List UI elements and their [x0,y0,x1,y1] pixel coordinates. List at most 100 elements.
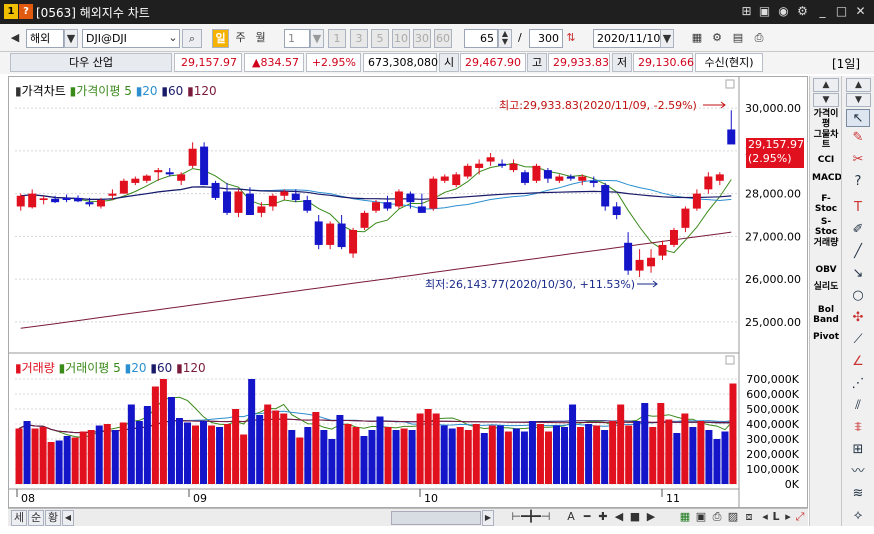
zoom-out-icon[interactable]: ━ [580,510,594,526]
date-input[interactable]: 2020/11/10 [593,29,663,48]
volume-bar [175,418,183,484]
chart-type-icon[interactable]: ▦ [688,29,706,48]
print-chart-icon[interactable]: ⎙ [710,510,724,526]
bottom-btn-hwang[interactable]: 황 [45,510,61,526]
panel-scroll-down-icon[interactable]: ▼ [813,93,839,107]
chart-settings-icon[interactable]: ⚙ [708,29,726,48]
tools-scroll-down-icon[interactable]: ▼ [846,93,871,107]
arrow-line-icon[interactable]: ↘ [846,265,870,283]
help-tool-icon[interactable]: ? [846,173,870,191]
interval-1-button[interactable]: 1 [328,29,346,48]
close-icon[interactable]: ✕ [853,3,868,19]
cross-icon[interactable]: ✣ [846,309,870,327]
gann-icon[interactable]: ∠ [846,353,870,371]
refresh-icon[interactable]: ⇅ [564,29,578,48]
indicator-volume[interactable]: 거래량 [812,238,840,248]
help-icon[interactable]: ? [19,4,33,19]
search-icon[interactable]: ⌕ [182,29,202,48]
measure-icon[interactable]: ⟡ [846,507,870,525]
indicator-macd[interactable]: MACD [812,173,842,183]
stop-icon[interactable]: ■ [628,510,642,526]
settings-icon[interactable]: ⚙ [795,3,810,19]
maximize-icon[interactable]: □ [834,3,849,19]
minimize-icon[interactable]: _ [815,3,830,19]
candle-type-icon[interactable]: ⧈ [742,510,756,526]
save-chart-icon[interactable]: ▣ [694,510,708,526]
fit-icon[interactable]: ⤢ [793,510,807,526]
image-icon[interactable]: ▨ [726,510,740,526]
tools-scroll-up-icon[interactable]: ▲ [846,78,871,92]
indicator-f-stoc[interactable]: F-Stoc [812,194,840,214]
volume-bar [689,427,697,484]
indicator-price-ma[interactable]: 가격이평 [812,109,840,129]
interval-dropdown-icon[interactable]: ▼ [310,29,324,48]
total-input[interactable]: 300 [529,29,563,48]
interval-60-button[interactable]: 60 [434,29,452,48]
fan-icon[interactable]: ⋰ [846,375,870,393]
excel-icon[interactable]: ▦ [678,510,692,526]
volume-pane-maximize-icon[interactable] [725,355,735,365]
window-number-icon[interactable]: 1 [4,4,18,19]
prev-icon[interactable]: ◀ [612,510,626,526]
circle-icon[interactable]: ○ [846,287,870,305]
grid-tool-icon[interactable]: ⊞ [846,441,870,459]
chart-frame[interactable]: 25,000.0026,000.0027,000.0028,000.0029,0… [8,76,809,509]
indicator-bollinger[interactable]: Bol Band [812,305,840,325]
indicator-s-stoc[interactable]: S-Stoc [812,217,840,237]
pen-icon[interactable]: ✐ [846,221,870,239]
font-size-icon[interactable]: A [564,510,578,526]
camera-icon[interactable]: ◉ [776,3,791,19]
zoom-in-icon[interactable]: ✚ [596,510,610,526]
symbol-dropdown-icon[interactable]: ⌄ [166,29,180,48]
bottom-btn-sun[interactable]: 순 [28,510,44,526]
next-icon[interactable]: ▶ [644,510,658,526]
zoom-slider[interactable]: ⊢━╋━⊣ [500,510,562,526]
period-month-button[interactable]: 월 [252,29,269,48]
channel-icon[interactable]: ⫽ [846,397,870,415]
log-scale-icon[interactable]: L [770,510,782,526]
volume-bar [673,433,681,484]
pin-icon[interactable]: ⊞ [739,3,754,19]
trend-line-icon[interactable]: ⟋ [846,331,870,349]
indicator-net-chart[interactable]: 그물차트 [812,130,840,150]
panel-toggle-icon[interactable]: ◀ [8,29,22,48]
date-dropdown-icon[interactable]: ▼ [660,29,674,48]
scroll-right-icon[interactable]: ▶ [482,510,494,526]
interval-10-button[interactable]: 10 [392,29,410,48]
bottom-btn-se[interactable]: 세 [11,510,27,526]
interval-30-button[interactable]: 30 [413,29,431,48]
market-select[interactable]: 해외 [26,29,64,48]
pane-maximize-icon[interactable] [725,79,735,89]
scroll-left-icon[interactable]: ◀ [62,510,74,526]
interval-3-button[interactable]: 3 [350,29,368,48]
save-icon[interactable]: ▣ [757,3,772,19]
line-icon[interactable]: ╱ [846,243,870,261]
period-week-button[interactable]: 주 [232,29,249,48]
interval-select[interactable]: 1 [284,29,310,48]
interval-5-button[interactable]: 5 [371,29,389,48]
period-day-button[interactable]: 일 [212,29,229,48]
market-dropdown-icon[interactable]: ▼ [64,29,78,48]
text-icon[interactable]: T [846,199,870,217]
chart-print-icon[interactable]: ⎙ [750,29,768,48]
count-stepper[interactable]: ▲ ▼ [498,29,512,48]
align-right-icon[interactable]: ▸ [783,510,793,526]
volume-bar [601,430,609,484]
eraser-icon[interactable]: ✎ [846,129,870,147]
indicator-psychological[interactable]: 실리도 [812,282,840,292]
delete-all-icon[interactable]: ✂ [846,151,870,169]
volume-bar [336,415,344,484]
indicator-obv[interactable]: OBV [812,265,840,275]
panel-scroll-up-icon[interactable]: ▲ [813,78,839,92]
cycle-icon[interactable]: ≋ [846,485,870,503]
fibo-icon[interactable]: ⩨ [846,419,870,437]
indicator-pivot[interactable]: Pivot [812,332,840,342]
chart-svg[interactable]: 25,000.0026,000.0027,000.0028,000.0029,0… [9,77,809,509]
indicator-cci[interactable]: CCI [812,155,840,165]
count-input[interactable]: 65 [464,29,498,48]
wave-icon[interactable]: 〰 [846,463,870,481]
horizontal-scrollbar[interactable] [391,511,481,525]
chart-save-icon[interactable]: ▤ [729,29,747,48]
candle-body [142,175,151,181]
pointer-icon[interactable]: ↖ [846,109,870,127]
